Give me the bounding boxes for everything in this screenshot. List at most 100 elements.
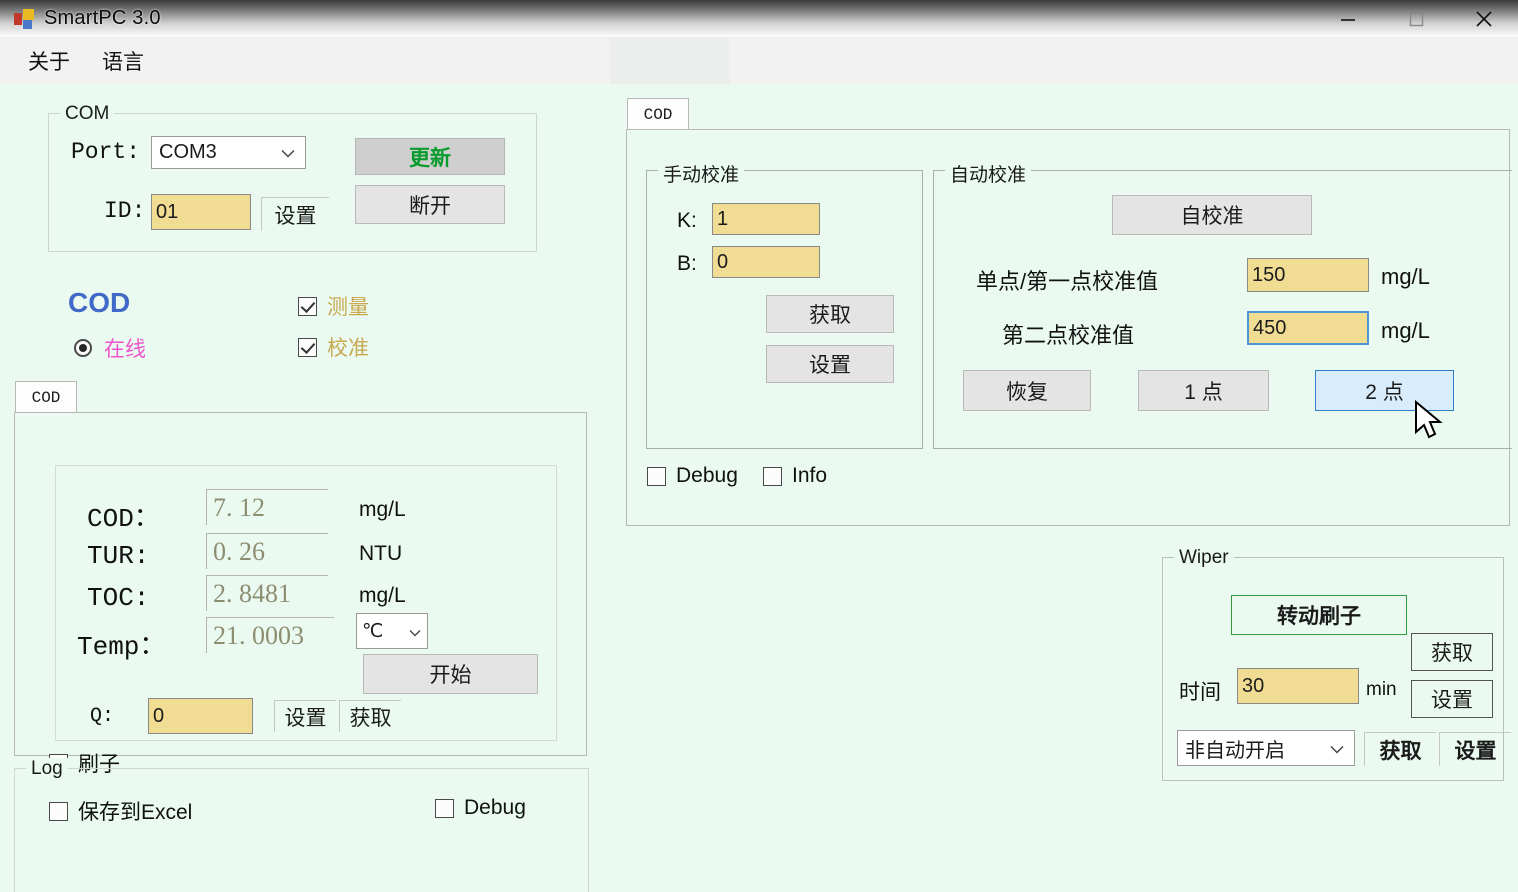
toc-value: 2. 8481 <box>206 575 328 611</box>
one-point-button[interactable]: 1 点 <box>1138 370 1269 411</box>
menu-item-about[interactable]: 关于 <box>18 42 80 80</box>
online-radio-label: 在线 <box>104 333 146 363</box>
disconnect-button-label: 断开 <box>409 190 451 220</box>
menu-item-language[interactable]: 语言 <box>92 42 154 80</box>
id-input-value: 01 <box>156 201 178 224</box>
rotate-brush-button[interactable]: 转动刷子 <box>1231 595 1407 635</box>
b-input-value: 0 <box>717 251 728 274</box>
manual-get-button[interactable]: 获取 <box>766 295 894 333</box>
wiper-mode-set-button[interactable]: 设置 <box>1439 732 1511 766</box>
temp-value: 21. 0003 <box>206 617 334 653</box>
wiper-group-title: Wiper <box>1174 547 1234 569</box>
wiper-mode-get-button[interactable]: 获取 <box>1364 732 1436 766</box>
calibrate-checkbox[interactable]: 校准 <box>298 332 369 362</box>
q-get-button-label: 获取 <box>350 702 392 732</box>
tab-cod-readout-label: COD <box>32 389 61 407</box>
maximize-icon[interactable] <box>1382 0 1450 37</box>
wiper-time-label: 时间 <box>1179 676 1221 706</box>
self-calibration-button-label: 自校准 <box>1181 200 1244 230</box>
manual-get-button-label: 获取 <box>809 299 851 329</box>
port-select-value: COM3 <box>159 141 217 164</box>
checkbox-icon <box>298 338 317 357</box>
smartpc-window: SmartPC 3.0 关于 语言 COM Port: COM3 ID <box>0 0 1518 892</box>
log-debug-checkbox[interactable]: Debug <box>435 796 526 820</box>
temp-unit-select-value: ℃ <box>362 620 383 643</box>
port-label: Port: <box>71 139 140 165</box>
toc-row-label: TOC: <box>87 583 149 613</box>
checkbox-icon <box>435 799 454 818</box>
update-button[interactable]: 更新 <box>355 138 505 175</box>
point1-input-value: 150 <box>1252 264 1285 287</box>
calibration-info-checkbox-label: Info <box>792 464 827 488</box>
chevron-down-icon <box>281 141 295 164</box>
cod-readout-tab-body: COD： 7. 12 mg/L TUR: 0. 26 NTU TOC: 2. 8… <box>14 412 587 756</box>
wiper-time-input[interactable]: 30 <box>1237 668 1359 704</box>
wiper-time-set-button-label: 设置 <box>1431 684 1473 714</box>
two-point-button[interactable]: 2 点 <box>1315 370 1454 411</box>
title-bar: SmartPC 3.0 <box>0 0 1518 37</box>
save-excel-checkbox-label: 保存到Excel <box>78 796 192 826</box>
wiper-mode-select[interactable]: 非自动开启 <box>1177 730 1355 766</box>
tab-calibration[interactable]: COD <box>627 98 689 130</box>
menu-bar: 关于 语言 <box>0 37 1518 84</box>
restore-button[interactable]: 恢复 <box>963 370 1091 411</box>
tab-calibration-label: COD <box>644 106 673 124</box>
save-excel-checkbox[interactable]: 保存到Excel <box>49 796 192 826</box>
two-point-button-label: 2 点 <box>1365 376 1404 406</box>
tur-value: 0. 26 <box>206 533 328 569</box>
point2-unit: mg/L <box>1381 318 1430 344</box>
one-point-button-label: 1 点 <box>1184 376 1223 406</box>
com-group-title: COM <box>60 103 114 125</box>
calibrate-checkbox-label: 校准 <box>327 332 369 362</box>
q-get-button[interactable]: 获取 <box>339 700 401 732</box>
q-input[interactable]: 0 <box>148 698 253 734</box>
calibration-debug-checkbox[interactable]: Debug <box>647 464 738 488</box>
k-input-value: 1 <box>717 208 728 231</box>
minimize-icon[interactable] <box>1314 0 1382 37</box>
b-label: B: <box>677 252 697 276</box>
checkbox-icon <box>49 802 68 821</box>
close-icon[interactable] <box>1450 0 1518 37</box>
cod-value: 7. 12 <box>206 489 328 525</box>
self-calibration-button[interactable]: 自校准 <box>1112 195 1312 235</box>
b-input[interactable]: 0 <box>712 246 820 278</box>
q-set-button[interactable]: 设置 <box>274 700 336 732</box>
id-label: ID: <box>104 198 145 224</box>
id-input[interactable]: 01 <box>151 194 251 230</box>
manual-set-button[interactable]: 设置 <box>766 345 894 383</box>
k-input[interactable]: 1 <box>712 203 820 235</box>
wiper-time-get-button[interactable]: 获取 <box>1411 633 1493 671</box>
measure-checkbox[interactable]: 测量 <box>298 291 369 321</box>
measure-checkbox-label: 测量 <box>327 291 369 321</box>
point1-input[interactable]: 150 <box>1247 258 1369 292</box>
id-set-button[interactable]: 设置 <box>261 197 329 231</box>
window-controls <box>1314 0 1518 37</box>
tab-cod-readout[interactable]: COD <box>15 381 77 413</box>
tur-value-text: 0. 26 <box>213 537 265 567</box>
toc-unit: mg/L <box>359 584 406 608</box>
k-label: K: <box>677 209 697 233</box>
calibration-info-checkbox[interactable]: Info <box>763 464 827 488</box>
point2-input-value: 450 <box>1253 317 1286 340</box>
q-set-button-label: 设置 <box>285 702 327 732</box>
update-button-label: 更新 <box>409 142 451 172</box>
wiper-mode-get-button-label: 获取 <box>1380 735 1422 765</box>
wiper-time-get-button-label: 获取 <box>1431 637 1473 667</box>
point2-input[interactable]: 450 <box>1247 311 1369 345</box>
temp-unit-select[interactable]: ℃ <box>356 613 428 649</box>
start-button[interactable]: 开始 <box>363 654 538 694</box>
app-squares-icon <box>14 9 34 29</box>
cod-unit: mg/L <box>359 498 406 522</box>
wiper-time-input-value: 30 <box>1242 675 1264 698</box>
online-radio[interactable]: 在线 <box>74 333 146 363</box>
q-label: Q: <box>90 705 114 728</box>
disconnect-button[interactable]: 断开 <box>355 185 505 224</box>
calibration-tabpanel: COD 手动校准 K: 1 B: 0 获取 设置 <box>626 98 1510 526</box>
point1-unit: mg/L <box>1381 264 1430 290</box>
temp-row-label: Temp： <box>77 625 165 662</box>
port-select[interactable]: COM3 <box>151 136 306 169</box>
wiper-time-set-button[interactable]: 设置 <box>1411 680 1493 718</box>
log-groupbox: Log 保存到Excel Debug <box>14 768 589 892</box>
rotate-brush-button-label: 转动刷子 <box>1277 600 1361 630</box>
checkbox-icon <box>647 467 666 486</box>
